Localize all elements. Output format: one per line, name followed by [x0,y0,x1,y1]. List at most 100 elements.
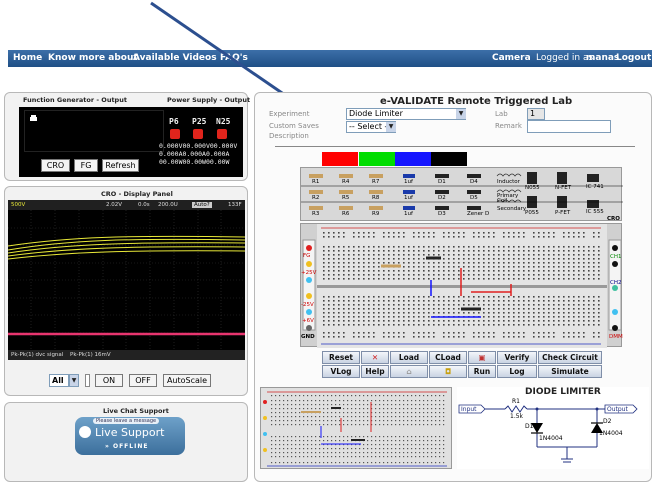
vlog-button[interactable]: VLog [322,365,360,378]
comp-r8[interactable]: R8 [372,195,379,201]
save-icon[interactable]: ▣ [468,351,496,364]
chevron-down-icon[interactable]: ▼ [456,109,466,119]
lock-icon[interactable]: ⌂ [390,365,428,378]
autoscale-button[interactable]: AutoScale [163,374,211,387]
comp-inductor[interactable]: Inductor [497,179,520,185]
comp-c1[interactable]: 1uf [404,179,413,185]
p6-switch[interactable] [170,129,180,139]
comp-d5[interactable]: D5 [470,195,478,201]
schematic-output-label: Output [607,406,628,413]
check-circuit-button[interactable]: Check Circuit [538,351,602,364]
comp-r9[interactable]: R9 [372,211,379,217]
n25-port-label: -25V [301,302,314,308]
schematic-input-label: Input [461,406,477,413]
schematic-r1-value: 1.5k [510,413,524,420]
channel-select[interactable]: All [49,374,69,387]
thumbnail-graphic [263,391,447,467]
fg-screen [24,110,164,152]
cro-on-button[interactable]: ON [95,374,123,387]
comp-r3[interactable]: R3 [312,211,319,217]
color-black-swatch[interactable] [431,152,467,166]
schematic-d2-label: D2 [603,418,612,425]
ps-panel-title: Power Supply - Output [167,96,251,104]
delete-icon[interactable]: ✕ [361,351,389,364]
comp-r7[interactable]: R7 [372,179,379,185]
comp-c3[interactable]: 1uf [404,211,413,217]
live-chat-panel: Live Chat Support Please leave a message… [4,402,248,482]
function-generator-panel: Function Generator - Output Power Supply… [4,92,251,181]
comp-r1[interactable]: R1 [312,179,319,185]
breadboard-graphic [302,224,622,348]
comp-nfet[interactable]: N-FET [555,185,571,191]
cro-display: 500V 2.02V 0.0s 200.0U Auto? 133F Pk-Pk(… [8,200,245,360]
gnd-port-label: GND [301,334,315,340]
chevron-down-icon[interactable]: ▼ [69,374,79,387]
lab-title: e-VALIDATE Remote Triggered Lab [380,96,573,107]
color-blue-swatch[interactable] [395,152,431,166]
dmm-port-label: DMM [609,334,623,340]
comp-primary-coil[interactable]: Primary Coil [497,193,527,204]
cro-panel-title: CRO - Display Panel [101,190,173,198]
verify-button[interactable]: Verify [497,351,537,364]
comp-pfet[interactable]: P-FET [555,210,570,216]
comp-r6[interactable]: R6 [342,211,349,217]
comp-r4[interactable]: R4 [342,179,349,185]
schematic-d2-value: 1N4004 [599,430,623,437]
cro-off-button[interactable]: OFF [129,374,157,387]
comp-c2[interactable]: 1uf [404,195,413,201]
comp-d4[interactable]: D4 [470,179,478,185]
live-support-button[interactable]: Please leave a message Live Support » OF… [75,417,185,455]
nav-home[interactable]: Home [13,53,42,63]
comp-d3[interactable]: D3 [438,211,446,217]
nav-camera[interactable]: Camera [492,53,531,63]
lab-number-field: 1 [527,108,545,120]
run-button[interactable]: Run [468,365,496,378]
comp-r5[interactable]: R5 [342,195,349,201]
cro-header-bar: 500V 2.02V 0.0s 200.0U Auto? 133F [8,200,245,210]
component-tray: R1 R4 R7 1uf D1 D4 Inductor N055 N-FET I… [300,167,623,221]
p25-switch[interactable] [193,129,203,139]
ch1-port-label: CH1 [610,254,622,260]
comp-secondary[interactable]: Secondary [497,206,526,212]
p25-port-label: +25V [301,270,317,276]
channel-toggle[interactable] [85,374,90,387]
comp-r2[interactable]: R2 [312,195,319,201]
comp-d2[interactable]: D2 [438,195,446,201]
ch2-port-label: CH2 [610,280,622,286]
nav-logout[interactable]: Logout [616,53,651,63]
cro-port-label: CRO [607,216,620,222]
cro-button[interactable]: CRO [41,159,70,172]
reset-button[interactable]: Reset [322,351,360,364]
comp-ic555[interactable]: IC 555 [586,209,604,215]
schematic-r1-label: R1 [512,398,520,405]
schematic-panel: DIODE LIMITER Input Output R1 1.5k D1 1N… [457,387,649,469]
experiment-select[interactable]: Diode Limiter [346,108,466,120]
refresh-button[interactable]: Refresh [102,159,139,172]
schematic-d1-label: D1 [525,423,534,430]
comp-d1[interactable]: D1 [438,179,446,185]
live-chat-title: Live Chat Support [103,407,169,415]
color-green-swatch[interactable] [359,152,395,166]
log-button[interactable]: Log [497,365,537,378]
comp-ic741[interactable]: IC 741 [586,184,604,190]
simulate-button[interactable]: Simulate [538,365,602,378]
cload-button[interactable]: CLoad [429,351,467,364]
load-button[interactable]: Load [390,351,428,364]
help-button[interactable]: Help [361,365,389,378]
fg-button[interactable]: FG [74,159,98,172]
unlock-icon[interactable]: ◘ [429,365,467,378]
comp-zener[interactable]: Zener D [467,211,489,217]
nav-know-more[interactable]: Know more about [48,53,138,63]
comp-n055[interactable]: N055 [525,185,540,191]
remark-input[interactable] [527,120,611,133]
logged-in-label: Logged in as [536,53,594,63]
leave-message-label: Please leave a message [93,418,160,424]
breadboard[interactable]: CRO FG +25V -25V +6V GND CH1 CH2 DMM [300,216,623,348]
circuit-thumbnail[interactable] [260,387,452,469]
custom-saves-label: Custom Saves [269,122,319,130]
n25-switch[interactable] [217,129,227,139]
chevron-down-icon[interactable]: ▼ [386,122,396,132]
color-red-swatch[interactable] [322,152,358,166]
cro-panel: CRO - Display Panel 500V 2.02V 0.0s 200.… [4,186,248,396]
comp-p055[interactable]: P055 [525,210,539,216]
